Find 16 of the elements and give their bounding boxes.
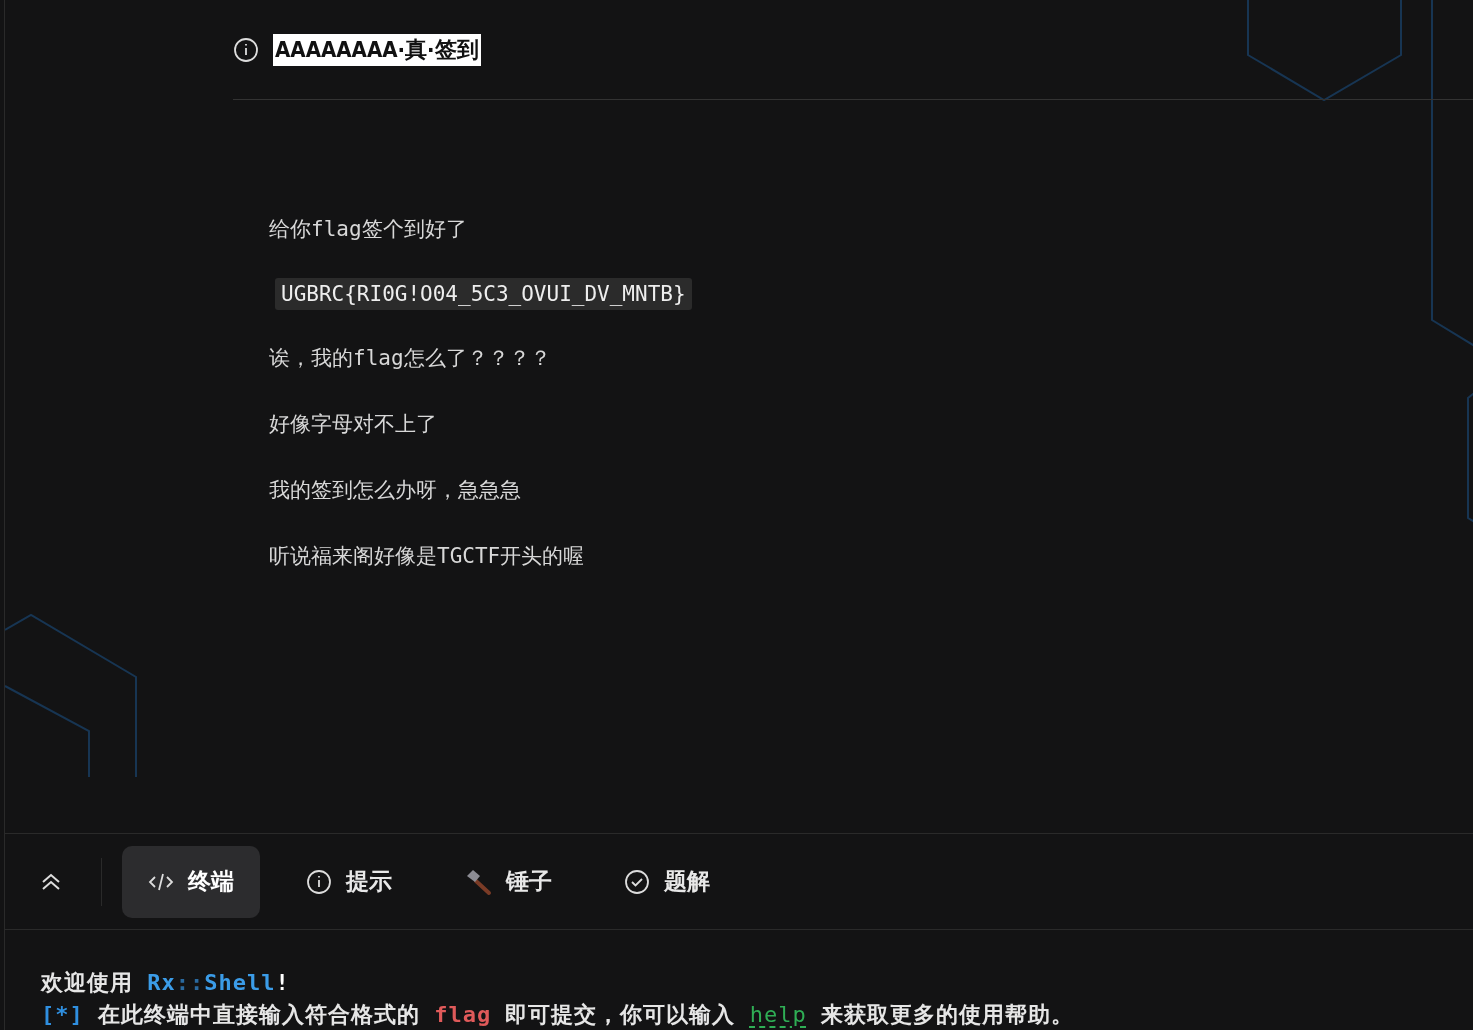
- description-text: 我的签到怎么办呀，急急急: [269, 477, 522, 504]
- panel-tab[interactable]: 题解: [598, 845, 736, 918]
- panel-tab[interactable]: 锤子: [438, 845, 578, 918]
- description-text: 诶，我的flag怎么了？？？？: [269, 345, 552, 372]
- info-icon: [306, 868, 332, 895]
- panel-tab[interactable]: 提示: [280, 845, 418, 918]
- terminal-line: [*] 在此终端中直接输入符合格式的 flag 即可提交，你可以输入 help 来获取更多的使用帮助。: [41, 1001, 1075, 1029]
- check-circle-icon: [624, 868, 650, 895]
- flag-code: UGBRC{RI0G!O04_5C3_OVUI_DV_MNTB}: [275, 278, 692, 310]
- description-text: 好像字母对不上了: [269, 411, 438, 438]
- panel-tab[interactable]: 终端: [122, 845, 260, 918]
- terminal-line: 欢迎使用 Rx::Shell!: [41, 969, 291, 997]
- description-text: 听说福来阁好像是TGCTF开头的喔: [269, 543, 586, 570]
- info-icon: [233, 36, 259, 63]
- description-text: 给你flag签个到好了: [269, 216, 468, 243]
- challenge-title: AAAAAAAA·真·签到: [273, 33, 481, 66]
